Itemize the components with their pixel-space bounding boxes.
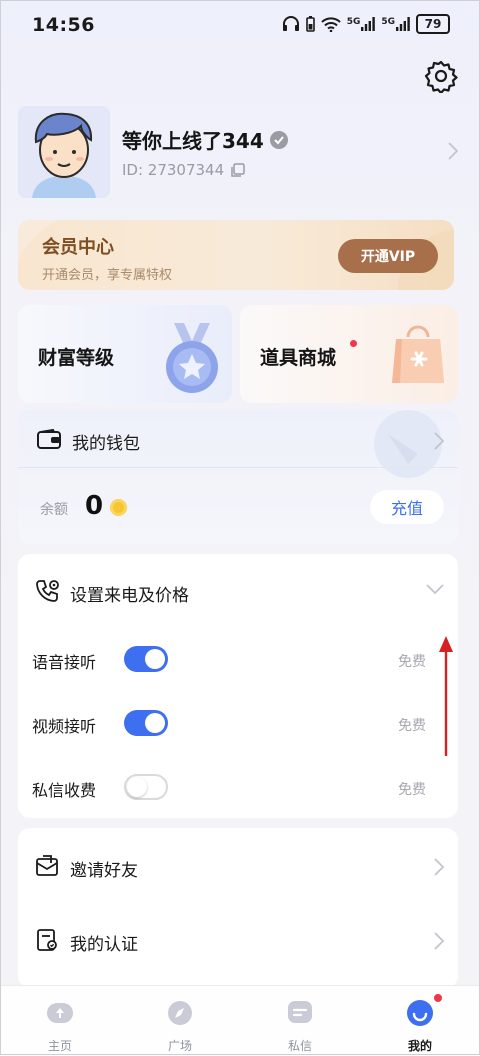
balance-label: 余额 bbox=[40, 502, 68, 518]
toggle-knob bbox=[145, 649, 165, 669]
setting-label: 语音接听 bbox=[32, 653, 97, 672]
nickname[interactable]: 等你上线了344 bbox=[122, 125, 288, 154]
wealth-level-tile[interactable]: 财富等级 bbox=[18, 305, 232, 403]
nav-square[interactable]: 广场 bbox=[120, 986, 240, 1056]
status-bar: 14:56 5G 5G 79 bbox=[0, 0, 480, 52]
nickname-text: 等你上线了344 bbox=[122, 129, 264, 153]
new-badge bbox=[350, 340, 357, 347]
setting-price[interactable]: 免费 bbox=[398, 651, 426, 671]
links-card: 邀请好友 我的认证 bbox=[18, 828, 458, 988]
shopping-bag-icon bbox=[392, 325, 444, 383]
status-time: 14:56 bbox=[32, 14, 95, 36]
open-vip-button[interactable]: 开通VIP bbox=[338, 239, 438, 273]
user-id-text: ID: 27307344 bbox=[122, 161, 225, 179]
nav-messages[interactable]: 私信 bbox=[240, 986, 360, 1056]
status-icons: 5G 5G 79 bbox=[282, 14, 450, 34]
link-label: 邀请好友 bbox=[70, 861, 138, 881]
setting-row-voice: 语音接听 免费 bbox=[18, 644, 458, 674]
settings-gear-icon[interactable] bbox=[424, 59, 458, 93]
link-label: 我的认证 bbox=[70, 935, 138, 955]
link-invite-friends[interactable]: 邀请好友 bbox=[18, 846, 458, 886]
message-charge-toggle[interactable] bbox=[124, 774, 168, 800]
nav-home[interactable]: 主页 bbox=[0, 986, 120, 1056]
signal-icon bbox=[396, 17, 410, 31]
phone-settings-icon bbox=[36, 580, 59, 602]
verified-badge-icon bbox=[269, 130, 288, 149]
chevron-right-icon[interactable] bbox=[448, 142, 458, 160]
vip-center-card[interactable]: 会员中心 开通会员，享专属特权 开通VIP bbox=[18, 220, 454, 290]
scroll-up-arrow-annotation bbox=[439, 636, 453, 756]
setting-row-video: 视频接听 免费 bbox=[18, 708, 458, 738]
signal-icon bbox=[361, 17, 376, 31]
nav-label: 我的 bbox=[407, 1039, 432, 1053]
vip-title: 会员中心 bbox=[42, 237, 114, 258]
link-my-certification[interactable]: 我的认证 bbox=[18, 920, 458, 960]
item-shop-tile[interactable]: 道具商城 bbox=[240, 305, 458, 403]
vip-subtitle: 开通会员，享专属特权 bbox=[42, 268, 173, 283]
nav-me[interactable]: 我的 bbox=[360, 986, 480, 1056]
call-settings-title[interactable]: 设置来电及价格 bbox=[70, 581, 189, 606]
item-shop-label: 道具商城 bbox=[260, 347, 337, 369]
setting-price[interactable]: 免费 bbox=[398, 715, 426, 735]
network-type-label: 5G bbox=[346, 17, 361, 27]
wallet-card: 我的钱包 余额 0 充值 bbox=[18, 410, 458, 544]
chevron-down-icon[interactable] bbox=[426, 584, 444, 594]
message-icon bbox=[288, 1001, 312, 1023]
voice-answer-toggle[interactable] bbox=[124, 646, 168, 672]
wallet-title[interactable]: 我的钱包 bbox=[72, 429, 140, 454]
network-type-label: 5G bbox=[381, 17, 395, 27]
setting-price[interactable]: 免费 bbox=[398, 779, 426, 799]
home-icon bbox=[47, 1003, 73, 1023]
user-id: ID: 27307344 bbox=[122, 161, 245, 179]
notification-dot bbox=[434, 994, 442, 1002]
wallet-icon bbox=[37, 429, 61, 449]
nav-label: 广场 bbox=[167, 1039, 192, 1053]
medal-icon bbox=[166, 323, 218, 393]
invite-envelope-icon bbox=[36, 855, 58, 876]
wealth-level-label: 财富等级 bbox=[38, 347, 115, 369]
chevron-right-icon bbox=[434, 858, 444, 876]
divider bbox=[18, 467, 458, 468]
call-settings-card: 设置来电及价格 语音接听 免费 视频接听 免费 私信收费 免费 bbox=[18, 554, 458, 818]
video-answer-toggle[interactable] bbox=[124, 710, 168, 736]
avatar-illustration bbox=[18, 106, 110, 198]
signal-1: 5G bbox=[347, 17, 376, 31]
nav-label: 私信 bbox=[287, 1039, 312, 1053]
headphones-icon bbox=[282, 16, 299, 31]
setting-label: 视频接听 bbox=[32, 717, 97, 736]
toggle-knob bbox=[145, 713, 165, 733]
profile-icon bbox=[407, 1000, 433, 1026]
coin-icon bbox=[110, 499, 127, 516]
bottom-nav: 主页 广场 私信 我的 bbox=[0, 985, 480, 1056]
wifi-icon bbox=[320, 17, 341, 32]
battery-indicator: 79 bbox=[416, 14, 450, 34]
nav-label: 主页 bbox=[47, 1039, 72, 1053]
setting-row-message: 私信收费 免费 bbox=[18, 772, 458, 802]
compass-icon bbox=[168, 1001, 192, 1025]
certification-icon bbox=[37, 929, 57, 951]
toggle-knob bbox=[127, 777, 147, 797]
chevron-right-icon[interactable] bbox=[434, 432, 444, 450]
setting-label: 私信收费 bbox=[32, 781, 97, 800]
signal-2: 5G bbox=[381, 17, 410, 31]
avatar[interactable] bbox=[18, 106, 110, 198]
balance-value: 0 bbox=[85, 491, 104, 521]
chevron-right-icon bbox=[434, 932, 444, 950]
recharge-button[interactable]: 充值 bbox=[370, 490, 444, 524]
copy-icon[interactable] bbox=[230, 162, 245, 178]
battery-saver-icon bbox=[305, 16, 315, 32]
